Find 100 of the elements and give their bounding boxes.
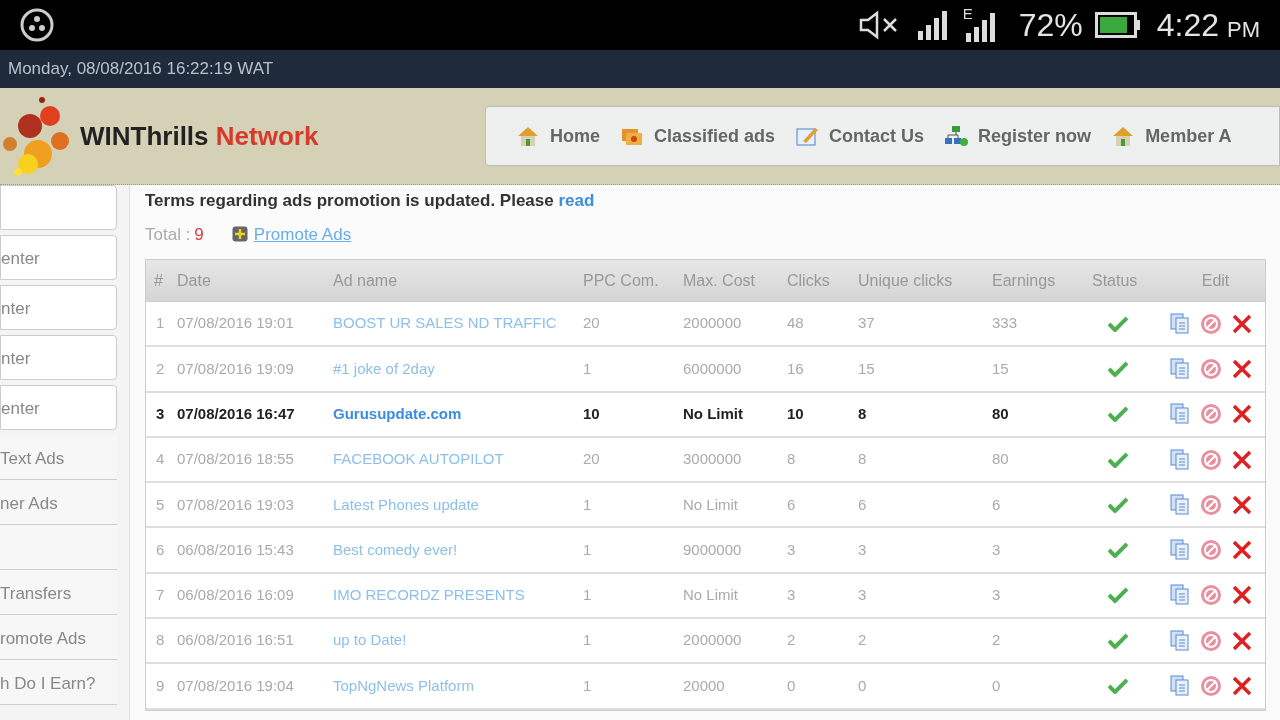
table-cell: 0 (787, 676, 796, 694)
table-cell: No Limit (683, 586, 738, 604)
sidebar-item[interactable]: nter (0, 285, 117, 330)
disable-icon[interactable] (1200, 403, 1222, 426)
nav-link[interactable]: Member A (1111, 122, 1232, 150)
total-count: 9 (194, 223, 204, 246)
copy-icon[interactable] (1170, 629, 1190, 652)
table-cell: 15 (992, 359, 1009, 377)
table-cell: 333 (992, 314, 1018, 332)
table-cell: 6000000 (683, 359, 742, 377)
battery-icon (1094, 12, 1141, 38)
table-cell: 6 (787, 495, 796, 513)
table-cell: 3 (787, 586, 796, 604)
disable-icon[interactable] (1200, 448, 1222, 471)
disable-icon[interactable] (1200, 493, 1222, 516)
table-cell: 20000 (683, 676, 725, 694)
sidebar-item[interactable]: enter (0, 385, 117, 430)
table-cell: No Limit (683, 495, 738, 513)
sitemap-icon (944, 125, 969, 147)
copy-icon[interactable] (1170, 675, 1190, 697)
disable-icon[interactable] (1200, 629, 1222, 652)
nav-link[interactable]: Classified ads (620, 122, 776, 150)
nav-link[interactable]: Contact Us (795, 122, 925, 150)
table-cell: 3 (992, 540, 1001, 558)
table-cell: 3 (858, 540, 867, 558)
total-label: Total : (145, 223, 191, 246)
battery-percent: 72% (1018, 6, 1083, 45)
table-cell: 1 (156, 314, 165, 332)
disable-icon[interactable] (1200, 357, 1222, 380)
plus-icon (231, 226, 248, 243)
notice-text: Terms regarding ads promotion is updated. Please read (145, 190, 596, 212)
table-cell: 5 (156, 495, 165, 513)
ad-name-link[interactable]: IMO RECORDZ PRESENTS (333, 586, 525, 604)
disable-icon[interactable] (1200, 675, 1222, 697)
ad-name-link[interactable]: Gurusupdate.com (333, 405, 462, 422)
ad-name-link[interactable]: #1 joke of 2day (333, 359, 435, 377)
table-cell: 2 (992, 631, 1001, 649)
logo-text: WINThrills Network (80, 119, 319, 153)
copy-icon[interactable] (1170, 493, 1190, 516)
delete-icon[interactable] (1232, 313, 1252, 334)
table-cell: 06/08/2016 16:09 (177, 586, 294, 604)
disable-icon[interactable] (1200, 584, 1222, 607)
delete-icon[interactable] (1232, 540, 1252, 561)
delete-icon[interactable] (1232, 449, 1252, 470)
disable-icon[interactable] (1200, 539, 1222, 562)
column-header: Status (1092, 271, 1138, 289)
table-cell: 20 (583, 314, 600, 332)
copy-icon[interactable] (1170, 312, 1190, 335)
ad-name-link[interactable]: up to Date! (333, 631, 407, 649)
delete-icon[interactable] (1232, 585, 1252, 606)
house-icon (516, 125, 540, 147)
network-type: E (962, 4, 973, 24)
delete-icon[interactable] (1232, 630, 1252, 651)
table-cell: 6 (858, 495, 867, 513)
disable-icon[interactable] (1200, 312, 1222, 335)
table-cell: 06/08/2016 15:43 (177, 540, 294, 558)
table-cell: 1 (583, 359, 592, 377)
table-cell: 48 (787, 314, 804, 332)
table-cell: 80 (992, 450, 1009, 468)
table-cell: 80 (992, 405, 1009, 422)
delete-icon[interactable] (1232, 676, 1252, 696)
table-cell: 8 (858, 450, 867, 468)
copy-icon[interactable] (1170, 539, 1190, 562)
nav-link[interactable]: Register now (944, 122, 1092, 150)
date-time: Monday, 08/08/2016 16:22:19 WAT (8, 58, 274, 81)
column-header: Max. Cost (683, 271, 755, 289)
ad-name-link[interactable]: BOOST UR SALES ND TRAFFIC (333, 314, 557, 332)
nav-link[interactable]: Home (516, 122, 600, 150)
table-cell: No Limit (683, 405, 743, 422)
copy-icon[interactable] (1170, 403, 1190, 426)
notepad-icon (795, 125, 820, 147)
table-cell: 2000000 (683, 631, 742, 649)
promote-ads-link[interactable]: Promote Ads (253, 221, 352, 247)
delete-icon[interactable] (1232, 494, 1252, 515)
ad-name-link[interactable]: Latest Phones update (333, 495, 479, 513)
sidebar-item[interactable]: enter (0, 235, 117, 280)
table-cell: 07/08/2016 19:03 (177, 495, 294, 513)
table-cell: 6 (992, 495, 1001, 513)
table-cell: 3000000 (683, 450, 742, 468)
table-cell: 1 (583, 676, 592, 694)
table-cell: 07/08/2016 18:55 (177, 450, 294, 468)
copy-icon[interactable] (1170, 448, 1190, 471)
clock: 4:22 (1156, 6, 1219, 45)
ad-name-link[interactable]: TopNgNews Platform (333, 676, 474, 694)
copy-icon[interactable] (1170, 584, 1190, 607)
delete-icon[interactable] (1232, 358, 1252, 379)
copy-icon[interactable] (1170, 357, 1190, 380)
read-link[interactable]: read (558, 191, 595, 210)
table-cell: 3 (858, 586, 867, 604)
table-cell: 2 (156, 359, 165, 377)
table-cell: 1 (583, 540, 592, 558)
table-cell: 8 (156, 631, 165, 649)
ad-name-link[interactable]: Best comedy ever! (333, 540, 458, 558)
delete-icon[interactable] (1232, 404, 1252, 425)
sidebar-item[interactable] (0, 185, 117, 230)
ad-name-link[interactable]: FACEBOOK AUTOPILOT (333, 450, 504, 468)
sidebar-item[interactable]: nter (0, 335, 117, 380)
column-header: PPC Com. (583, 271, 659, 289)
table-cell: 2 (787, 631, 796, 649)
table-cell: 1 (583, 631, 592, 649)
